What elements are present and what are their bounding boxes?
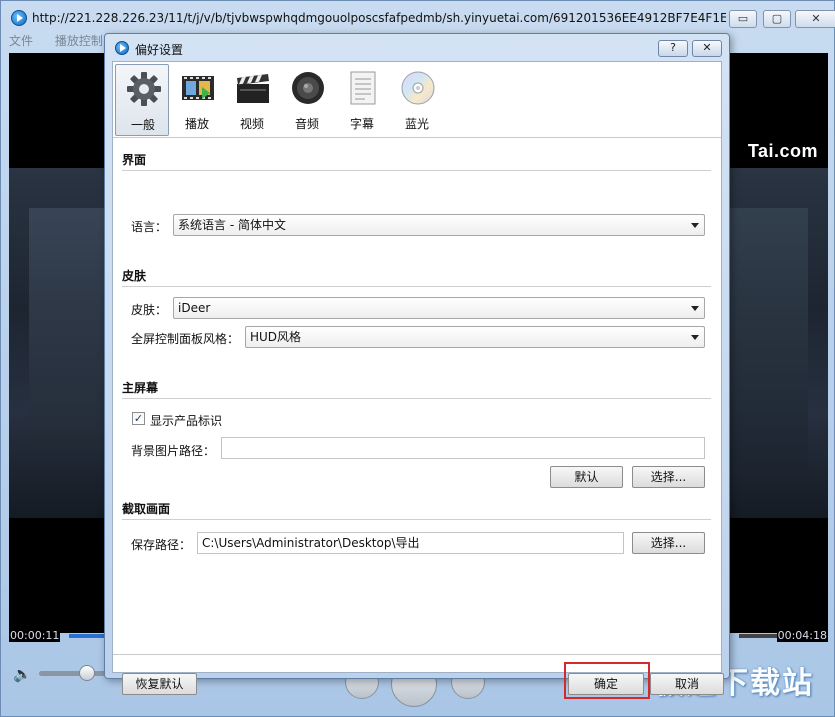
tab-playback[interactable]: 播放 [170,64,224,136]
show-logo-checkbox[interactable]: ✓ [132,412,145,425]
section-divider [122,519,711,520]
ok-button-highlight [564,662,650,699]
volume-slider-handle[interactable] [79,665,95,681]
tab-playback-label: 播放 [184,117,209,131]
category-tabs: 一般 播放 视频 音频 字幕 蓝光 [113,62,721,138]
tab-video-label: 视频 [239,117,264,131]
dialog-close-button[interactable]: ✕ [692,40,722,57]
dialog-panel: 一般 播放 视频 音频 字幕 蓝光 界面 语言： 系统语言 - 简体中文 皮肤 … [112,61,724,699]
bg-path-label: 背景图片路径： [131,444,216,458]
tab-subtitle-label: 字幕 [349,117,374,131]
tab-general[interactable]: 一般 [115,64,169,136]
language-select[interactable]: 系统语言 - 简体中文 [173,214,705,236]
fullscreen-style-value: HUD风格 [250,330,302,344]
dialog-logo-icon [115,41,129,55]
language-select-value: 系统语言 - 简体中文 [178,218,286,232]
volume-icon[interactable]: 🔈 [13,665,32,683]
chevron-down-icon [691,335,699,340]
footer-divider [113,654,721,655]
chevron-down-icon [691,223,699,228]
tab-general-label: 一般 [130,118,155,132]
section-divider [122,286,711,287]
fullscreen-style-select[interactable]: HUD风格 [245,326,705,348]
player-url-title: http://221.228.226.23/11/t/j/v/b/tjvbwsp… [32,11,726,25]
seek-bar-remaining[interactable] [739,634,781,638]
default-button[interactable]: 默认 [550,466,623,488]
bg-path-input[interactable] [221,437,705,459]
save-path-label: 保存路径： [131,538,192,552]
section-main-screen-title: 主屏幕 [122,381,159,395]
show-logo-label[interactable]: 显示产品标识 [150,412,222,429]
dialog-titlebar: 偏好设置 ? ✕ [105,34,729,61]
dialog-title: 偏好设置 [135,43,184,57]
menu-playback[interactable]: 播放控制 [55,32,103,49]
maximize-button[interactable]: ▢ [763,10,791,28]
help-button[interactable]: ? [658,40,688,57]
speaker-icon [292,72,324,104]
skin-select-value: iDeer [178,301,211,315]
player-titlebar: http://221.228.226.23/11/t/j/v/b/tjvbwsp… [1,1,835,33]
time-elapsed: 00:00:11 [9,629,61,642]
filmstrip-icon [182,76,214,100]
section-divider [122,398,711,399]
preferences-dialog: 偏好设置 ? ✕ 一般 播放 视频 音频 字幕 蓝光 界面 语言： 系统语言 -… [104,33,730,699]
gear-icon [127,72,161,106]
tab-audio[interactable]: 音频 [280,64,334,136]
save-path-input[interactable]: C:\Users\Administrator\Desktop\导出 [197,532,624,554]
skin-label: 皮肤： [131,303,168,317]
choose-bg-button[interactable]: 选择... [632,466,705,488]
cancel-button[interactable]: 取消 [650,673,724,695]
time-total: 00:04:18 [776,629,828,642]
clapperboard-icon [237,74,269,103]
section-interface-title: 界面 [122,153,147,167]
document-icon [350,71,376,105]
chevron-down-icon [691,306,699,311]
tab-bluray-label: 蓝光 [404,117,429,131]
fullscreen-style-label: 全屏控制面板风格： [131,332,240,346]
section-skin-title: 皮肤 [122,269,147,283]
language-label: 语言： [131,220,168,234]
menu-file[interactable]: 文件 [9,32,33,49]
player-logo-icon [11,10,27,26]
section-capture-title: 截取画面 [122,502,171,516]
close-window-button[interactable]: ✕ [795,10,835,28]
section-divider [122,170,711,171]
minimize-button[interactable]: ▭ [729,10,757,28]
tab-video[interactable]: 视频 [225,64,279,136]
tab-audio-label: 音频 [294,117,319,131]
skin-select[interactable]: iDeer [173,297,705,319]
choose-save-path-button[interactable]: 选择... [632,532,705,554]
video-brand-text: Tai.com [747,141,818,161]
tab-bluray[interactable]: 蓝光 [390,64,444,136]
volume-slider[interactable] [39,671,109,676]
restore-defaults-button[interactable]: 恢复默认 [122,673,197,695]
disc-icon [401,71,435,105]
tab-subtitle[interactable]: 字幕 [335,64,389,136]
